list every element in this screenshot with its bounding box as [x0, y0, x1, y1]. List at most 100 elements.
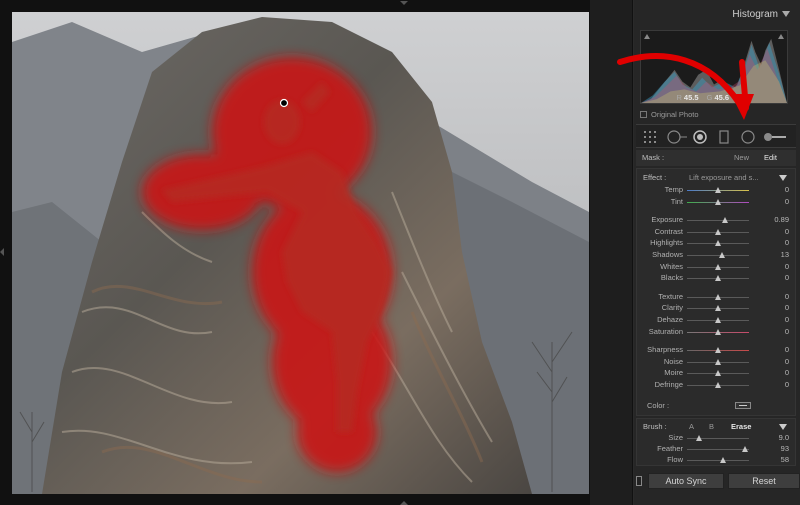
slider-sharpness[interactable]: Sharpness 0 — [639, 345, 793, 356]
color-swatch[interactable] — [735, 402, 751, 409]
slider-track[interactable] — [687, 347, 749, 354]
slider-track[interactable] — [687, 228, 749, 235]
slider-track[interactable] — [687, 370, 749, 377]
slider-track[interactable] — [687, 293, 749, 300]
brush-a-button[interactable]: A — [689, 422, 694, 431]
slider-track[interactable] — [687, 198, 749, 205]
slider-value[interactable]: 0 — [785, 273, 789, 282]
checkbox-icon[interactable] — [640, 111, 647, 118]
slider-value[interactable]: 0 — [785, 227, 789, 236]
slider-thumb-icon[interactable] — [715, 275, 721, 282]
slider-value[interactable]: 9.0 — [779, 433, 789, 442]
slider-thumb-icon[interactable] — [715, 382, 721, 388]
slider-moire[interactable]: Moire 0 — [639, 368, 793, 379]
slider-value[interactable]: 0 — [785, 292, 789, 301]
slider-value[interactable]: 0 — [785, 262, 789, 271]
slider-thumb-icon[interactable] — [696, 435, 703, 441]
slider-value[interactable]: 0 — [785, 345, 789, 354]
shadow-clipping-indicator-icon[interactable] — [644, 34, 650, 39]
slider-texture[interactable]: Texture 0 — [639, 292, 793, 303]
red-eye-icon[interactable] — [692, 129, 708, 145]
slider-flow[interactable]: Flow 58 — [639, 455, 793, 466]
slider-value[interactable]: 0.89 — [774, 215, 789, 224]
graduated-filter-icon[interactable] — [716, 129, 732, 145]
slider-thumb-icon[interactable] — [715, 240, 721, 247]
slider-track[interactable] — [687, 317, 749, 323]
slider-defringe[interactable]: Defringe 0 — [639, 380, 793, 391]
slider-thumb-icon[interactable] — [715, 293, 721, 300]
slider-thumb-icon[interactable] — [715, 370, 721, 377]
slider-thumb-icon[interactable] — [719, 252, 726, 258]
slider-temp[interactable]: Temp 0 — [639, 185, 793, 196]
slider-thumb-icon[interactable] — [715, 263, 721, 270]
brush-collapse-triangle-icon[interactable] — [779, 424, 787, 430]
slider-track[interactable] — [687, 446, 749, 452]
slider-thumb-icon[interactable] — [719, 457, 726, 463]
slider-value[interactable]: 13 — [781, 250, 789, 259]
slider-track[interactable] — [687, 275, 749, 282]
slider-value[interactable]: 0 — [785, 185, 789, 194]
slider-track[interactable] — [687, 382, 749, 388]
crop-overlay-icon[interactable] — [642, 129, 658, 145]
slider-track[interactable] — [687, 328, 749, 335]
reset-button[interactable]: Reset — [728, 473, 800, 489]
slider-thumb-icon[interactable] — [715, 328, 721, 335]
spot-removal-icon[interactable] — [666, 129, 688, 145]
sync-switch-icon[interactable] — [636, 476, 642, 486]
slider-tint[interactable]: Tint 0 — [639, 197, 793, 208]
photo-preview[interactable] — [12, 12, 589, 494]
slider-thumb-icon[interactable] — [721, 217, 728, 224]
effect-preset-dropdown[interactable]: Lift exposure and s... — [689, 173, 759, 182]
brush-erase-button[interactable]: Erase — [731, 422, 751, 431]
slider-value[interactable]: 0 — [785, 303, 789, 312]
slider-whites[interactable]: Whites 0 — [639, 262, 793, 273]
adjustment-brush-icon[interactable] — [762, 129, 788, 145]
slider-value[interactable]: 0 — [785, 380, 789, 389]
mask-edit-button[interactable]: Edit — [764, 150, 777, 166]
slider-clarity[interactable]: Clarity 0 — [639, 303, 793, 314]
slider-feather[interactable]: Feather 93 — [639, 444, 793, 455]
effect-collapse-triangle-icon[interactable] — [779, 175, 787, 181]
histogram-header[interactable]: Histogram — [634, 9, 794, 29]
slider-track[interactable] — [687, 305, 749, 312]
slider-value[interactable]: 0 — [785, 357, 789, 366]
slider-track[interactable] — [687, 240, 749, 247]
left-panel-toggle-icon[interactable] — [0, 248, 4, 256]
slider-thumb-icon[interactable] — [715, 228, 721, 235]
slider-value[interactable]: 0 — [785, 315, 789, 324]
slider-contrast[interactable]: Contrast 0 — [639, 227, 793, 238]
top-panel-toggle-icon[interactable] — [400, 1, 408, 9]
slider-exposure[interactable]: Exposure 0.89 — [639, 215, 793, 226]
slider-thumb-icon[interactable] — [715, 317, 721, 323]
slider-highlights[interactable]: Highlights 0 — [639, 238, 793, 249]
slider-saturation[interactable]: Saturation 0 — [639, 327, 793, 338]
slider-track[interactable] — [687, 358, 749, 365]
original-photo-checkbox[interactable]: Original Photo — [640, 110, 699, 119]
slider-value[interactable]: 0 — [785, 197, 789, 206]
auto-sync-button[interactable]: Auto Sync — [648, 473, 724, 489]
slider-track[interactable] — [687, 263, 749, 270]
slider-thumb-icon[interactable] — [715, 347, 721, 354]
slider-dehaze[interactable]: Dehaze 0 — [639, 315, 793, 326]
slider-thumb-icon[interactable] — [715, 187, 721, 193]
slider-thumb-icon[interactable] — [715, 358, 721, 365]
slider-value[interactable]: 93 — [781, 444, 789, 453]
slider-track[interactable] — [687, 252, 749, 258]
brush-b-button[interactable]: B — [709, 422, 714, 431]
slider-value[interactable]: 0 — [785, 327, 789, 336]
slider-track[interactable] — [687, 435, 749, 441]
slider-thumb-icon[interactable] — [715, 305, 721, 312]
slider-value[interactable]: 0 — [785, 238, 789, 247]
slider-noise[interactable]: Noise 0 — [639, 357, 793, 368]
slider-value[interactable]: 0 — [785, 368, 789, 377]
slider-size[interactable]: Size 9.0 — [639, 433, 793, 444]
collapse-triangle-icon[interactable] — [782, 11, 790, 18]
slider-value[interactable]: 58 — [781, 455, 789, 464]
slider-thumb-icon[interactable] — [741, 446, 748, 452]
slider-track[interactable] — [687, 187, 749, 193]
highlight-clipping-indicator-icon[interactable] — [778, 34, 784, 39]
radial-filter-icon[interactable] — [740, 129, 756, 145]
bottom-panel-toggle-icon[interactable] — [400, 497, 408, 505]
slider-track[interactable] — [687, 457, 749, 463]
mask-new-button[interactable]: New — [734, 150, 749, 166]
